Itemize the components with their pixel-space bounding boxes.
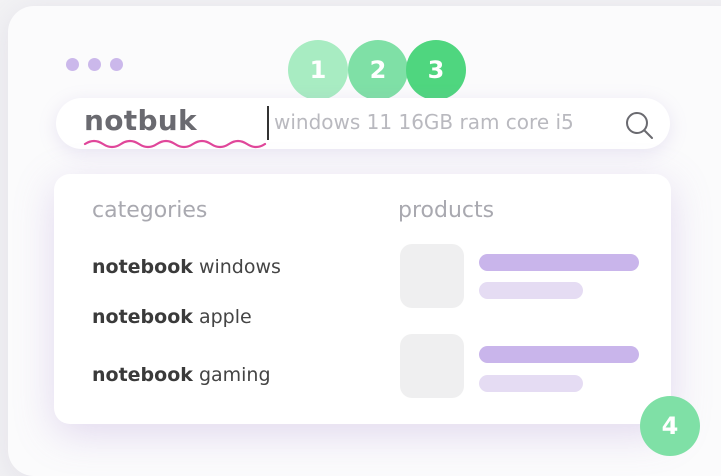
product-thumbnail[interactable]	[400, 334, 464, 398]
category-item-match: notebook	[92, 256, 193, 278]
spellcheck-underline	[83, 139, 267, 149]
search-icon[interactable]	[624, 110, 656, 145]
category-item[interactable]: notebook gaming	[92, 364, 271, 386]
category-item-match: notebook	[92, 306, 193, 328]
search-results-dropdown: categories products notebook windows not…	[54, 174, 671, 424]
product-subtitle-placeholder	[479, 375, 583, 392]
category-item-rest: apple	[192, 306, 252, 328]
window-dot	[88, 58, 101, 71]
product-thumbnail[interactable]	[400, 244, 464, 308]
categories-heading: categories	[92, 198, 208, 223]
text-caret	[267, 106, 269, 140]
step-badge-1: 1	[288, 40, 348, 100]
step-badge-2: 2	[348, 40, 408, 100]
search-bar[interactable]: notbuk windows 11 16GB ram core i5	[56, 98, 670, 149]
category-item-rest: windows	[192, 256, 281, 278]
products-heading: products	[398, 198, 495, 223]
category-item-rest: gaming	[192, 364, 271, 386]
search-query-text[interactable]: notbuk	[84, 104, 197, 137]
window-dots	[66, 58, 123, 71]
step-badge-3: 3	[406, 40, 466, 100]
search-suggestion-hint: windows 11 16GB ram core i5	[274, 110, 574, 134]
product-title-placeholder[interactable]	[479, 346, 639, 363]
window-dot	[110, 58, 123, 71]
category-item[interactable]: notebook apple	[92, 306, 252, 328]
product-subtitle-placeholder	[479, 282, 583, 299]
product-title-placeholder[interactable]	[479, 254, 639, 271]
step-badges: 1 2 3	[288, 40, 470, 100]
category-item-match: notebook	[92, 364, 193, 386]
window-dot	[66, 58, 79, 71]
step-badge-4: 4	[640, 396, 700, 456]
category-item[interactable]: notebook windows	[92, 256, 281, 278]
